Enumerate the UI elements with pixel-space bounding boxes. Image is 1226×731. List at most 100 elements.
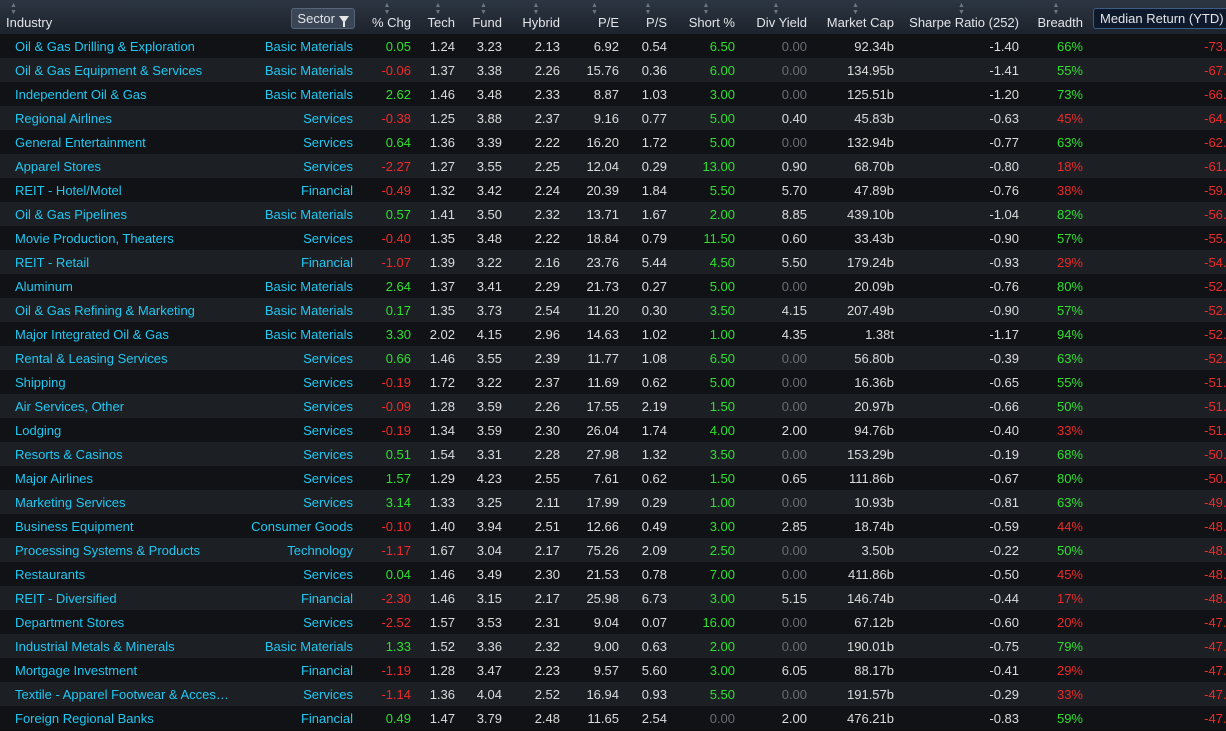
industry-cell[interactable]: REIT - Retail — [0, 250, 236, 274]
table-row[interactable]: Lodging Services -0.19 1.34 3.59 2.30 26.04 1.7… — [0, 418, 1226, 442]
industry-cell[interactable]: Industrial Metals & Minerals — [0, 634, 236, 658]
industry-cell[interactable]: Oil & Gas Drilling & Exploration — [0, 34, 236, 58]
sector-cell[interactable]: Financial — [236, 706, 358, 730]
sector-cell[interactable]: Financial — [236, 586, 358, 610]
industry-cell[interactable]: Oil & Gas Pipelines — [0, 202, 236, 226]
industry-cell[interactable]: Mortgage Investment — [0, 658, 236, 682]
sector-cell[interactable]: Basic Materials — [236, 322, 358, 346]
sector-cell[interactable]: Services — [236, 130, 358, 154]
sector-cell[interactable]: Financial — [236, 250, 358, 274]
sector-cell[interactable]: Services — [236, 466, 358, 490]
column-header-market-cap[interactable]: ▲ ▼ Market Cap — [812, 0, 899, 34]
table-row[interactable]: Oil & Gas Drilling & Exploration Basic Ma… — [0, 34, 1226, 58]
industry-cell[interactable]: REIT - Hotel/Motel — [0, 178, 236, 202]
table-row[interactable]: Foreign Regional Banks Financial 0.49 1.47 3… — [0, 706, 1226, 730]
industry-cell[interactable]: REIT - Diversified — [0, 586, 236, 610]
sector-cell[interactable]: Services — [236, 682, 358, 706]
industry-cell[interactable]: Department Stores — [0, 610, 236, 634]
column-header-breadth[interactable]: ▲ ▼ Breadth — [1024, 0, 1088, 34]
column-header-sharpe[interactable]: ▲ ▼ Sharpe Ratio (252) — [899, 0, 1024, 34]
sector-cell[interactable]: Services — [236, 346, 358, 370]
industry-cell[interactable]: Regional Airlines — [0, 106, 236, 130]
column-header-pe[interactable]: ▲ ▼ P/E — [565, 0, 624, 34]
sector-cell[interactable]: Services — [236, 490, 358, 514]
sector-cell[interactable]: Financial — [236, 658, 358, 682]
sector-cell[interactable]: Basic Materials — [236, 82, 358, 106]
column-header-tech[interactable]: ▲ ▼ Tech — [416, 0, 460, 34]
table-row[interactable]: REIT - Retail Financial -1.07 1.39 3.22 2.16 2… — [0, 250, 1226, 274]
industry-cell[interactable]: Business Equipment — [0, 514, 236, 538]
industry-cell[interactable]: Apparel Stores — [0, 154, 236, 178]
table-row[interactable]: Marketing Services Services 3.14 1.33 3.25 2.… — [0, 490, 1226, 514]
industry-cell[interactable]: Shipping — [0, 370, 236, 394]
table-row[interactable]: REIT - Hotel/Motel Financial -0.49 1.32 3.42… — [0, 178, 1226, 202]
sector-cell[interactable]: Services — [236, 370, 358, 394]
industry-cell[interactable]: Oil & Gas Equipment & Services — [0, 58, 236, 82]
table-row[interactable]: Shipping Services -0.19 1.72 3.22 2.37 11.69 0.… — [0, 370, 1226, 394]
industry-cell[interactable]: Processing Systems & Products — [0, 538, 236, 562]
sector-cell[interactable]: Services — [236, 394, 358, 418]
sector-cell[interactable]: Financial — [236, 178, 358, 202]
industry-cell[interactable]: Major Integrated Oil & Gas — [0, 322, 236, 346]
table-row[interactable]: Business Equipment Consumer Goods -0.10 1.4… — [0, 514, 1226, 538]
table-row[interactable]: Movie Production, Theaters Services -0.40 1… — [0, 226, 1226, 250]
column-header-short[interactable]: ▲ ▼ Short % — [672, 0, 740, 34]
table-row[interactable]: Department Stores Services -2.52 1.57 3.53 2.… — [0, 610, 1226, 634]
table-row[interactable]: Aluminum Basic Materials 2.64 1.37 3.41 2.29 2… — [0, 274, 1226, 298]
sector-cell[interactable]: Consumer Goods — [236, 514, 358, 538]
sector-cell[interactable]: Basic Materials — [236, 274, 358, 298]
sector-cell[interactable]: Basic Materials — [236, 298, 358, 322]
column-header-ps[interactable]: ▲ ▼ P/S — [624, 0, 672, 34]
sector-cell[interactable]: Services — [236, 226, 358, 250]
sector-cell[interactable]: Technology — [236, 538, 358, 562]
sector-cell[interactable]: Services — [236, 562, 358, 586]
table-row[interactable]: Independent Oil & Gas Basic Materials 2.62… — [0, 82, 1226, 106]
table-row[interactable]: Rental & Leasing Services Services 0.66 1.4… — [0, 346, 1226, 370]
column-header-div-yield[interactable]: ▲ ▼ Div Yield — [740, 0, 812, 34]
industry-cell[interactable]: Marketing Services — [0, 490, 236, 514]
column-header-fund[interactable]: ▲ ▼ Fund — [460, 0, 507, 34]
industry-cell[interactable]: Independent Oil & Gas — [0, 82, 236, 106]
table-row[interactable]: Major Airlines Services 1.57 1.29 4.23 2.55 7.… — [0, 466, 1226, 490]
sector-cell[interactable]: Services — [236, 610, 358, 634]
industry-cell[interactable]: General Entertainment — [0, 130, 236, 154]
sector-cell[interactable]: Services — [236, 154, 358, 178]
table-row[interactable]: Processing Systems & Products Technology -… — [0, 538, 1226, 562]
sector-cell[interactable]: Services — [236, 442, 358, 466]
column-header-median-return[interactable]: Median Return (YTD) — [1088, 0, 1226, 34]
industry-cell[interactable]: Oil & Gas Refining & Marketing — [0, 298, 236, 322]
table-row[interactable]: Restaurants Services 0.04 1.46 3.49 2.30 21.53… — [0, 562, 1226, 586]
table-row[interactable]: Oil & Gas Equipment & Services Basic Mate… — [0, 58, 1226, 82]
table-row[interactable]: Air Services, Other Services -0.09 1.28 3.59… — [0, 394, 1226, 418]
table-row[interactable]: General Entertainment Services 0.64 1.36 3.3… — [0, 130, 1226, 154]
industry-cell[interactable]: Foreign Regional Banks — [0, 706, 236, 730]
table-row[interactable]: Oil & Gas Pipelines Basic Materials 0.57 1.… — [0, 202, 1226, 226]
table-row[interactable]: Regional Airlines Services -0.38 1.25 3.88 2.… — [0, 106, 1226, 130]
industry-cell[interactable]: Lodging — [0, 418, 236, 442]
industry-cell[interactable]: Resorts & Casinos — [0, 442, 236, 466]
sector-cell[interactable]: Basic Materials — [236, 202, 358, 226]
industry-cell[interactable]: Movie Production, Theaters — [0, 226, 236, 250]
table-row[interactable]: REIT - Diversified Financial -2.30 1.46 3.15… — [0, 586, 1226, 610]
industry-cell[interactable]: Rental & Leasing Services — [0, 346, 236, 370]
table-row[interactable]: Oil & Gas Refining & Marketing Basic Mate… — [0, 298, 1226, 322]
table-row[interactable]: Resorts & Casinos Services 0.51 1.54 3.31 2.2… — [0, 442, 1226, 466]
industry-cell[interactable]: Restaurants — [0, 562, 236, 586]
table-row[interactable]: Industrial Metals & Minerals Basic Materi… — [0, 634, 1226, 658]
table-row[interactable]: Apparel Stores Services -2.27 1.27 3.55 2.25 1… — [0, 154, 1226, 178]
column-header-industry[interactable]: ▲ ▼ Industry — [0, 0, 236, 34]
sector-filter-button[interactable]: Sector — [291, 7, 355, 29]
table-row[interactable]: Textile - Apparel Footwear & Accessories… — [0, 682, 1226, 706]
column-header-sector[interactable]: Sector — [236, 0, 358, 34]
industry-cell[interactable]: Major Airlines — [0, 466, 236, 490]
industry-cell[interactable]: Textile - Apparel Footwear & Accessories — [0, 682, 236, 706]
sector-cell[interactable]: Basic Materials — [236, 634, 358, 658]
column-header-chg[interactable]: ▲ ▼% Chg — [358, 0, 416, 34]
table-row[interactable]: Major Integrated Oil & Gas Basic Material… — [0, 322, 1226, 346]
column-header-hybrid[interactable]: ▲ ▼ Hybrid — [507, 0, 565, 34]
industry-cell[interactable]: Air Services, Other — [0, 394, 236, 418]
sector-cell[interactable]: Services — [236, 418, 358, 442]
sector-cell[interactable]: Basic Materials — [236, 34, 358, 58]
sector-cell[interactable]: Basic Materials — [236, 58, 358, 82]
industry-cell[interactable]: Aluminum — [0, 274, 236, 298]
